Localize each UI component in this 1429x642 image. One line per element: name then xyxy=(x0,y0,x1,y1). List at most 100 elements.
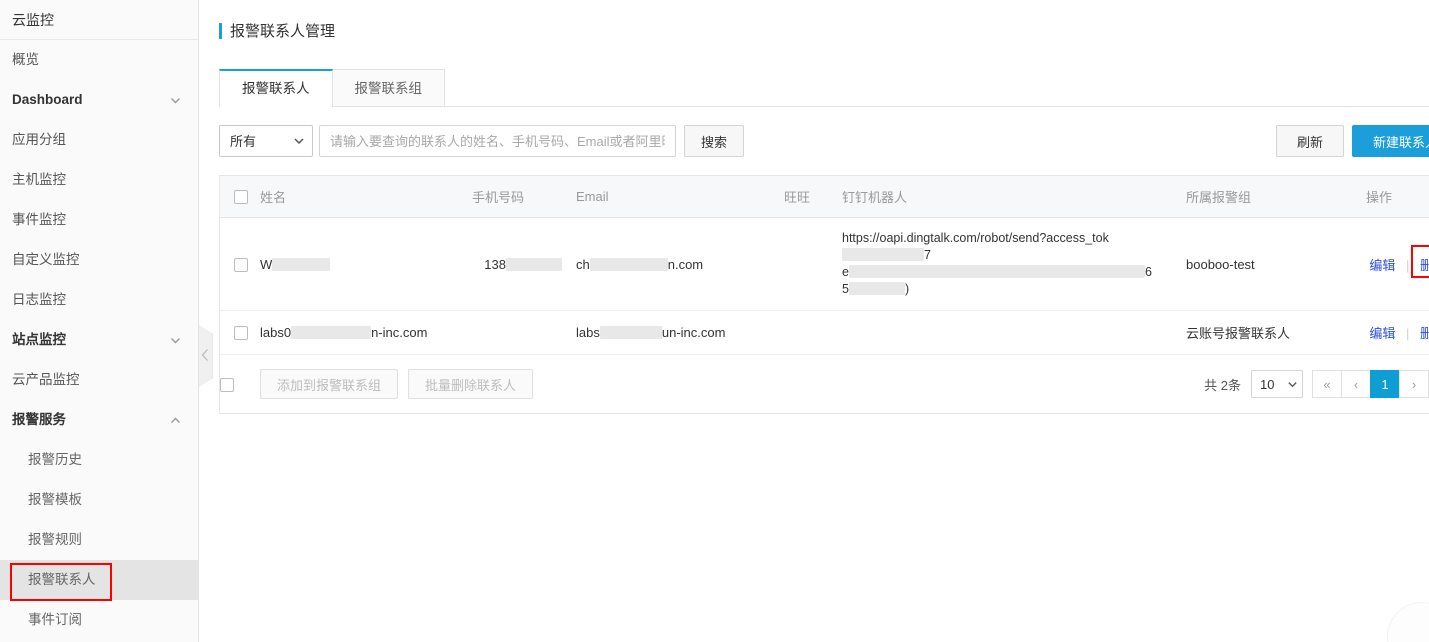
row-checkbox[interactable] xyxy=(234,258,248,272)
sidebar-item-custom-monitor[interactable]: 自定义监控 xyxy=(0,240,198,280)
sidebar-item-log-monitor[interactable]: 日志监控 xyxy=(0,280,198,320)
tab-label: 报警联系组 xyxy=(355,81,423,96)
redacted-block xyxy=(849,282,905,295)
add-to-group-label: 添加到报警联系组 xyxy=(277,375,381,394)
cell-alarm-group: booboo-test xyxy=(1186,218,1366,311)
sidebar-item-label: 自定义监控 xyxy=(12,252,80,267)
header-dingtalk-robot: 钉钉机器人 xyxy=(828,176,1186,218)
sidebar-item-label: 应用分组 xyxy=(12,132,66,147)
sidebar-item-dashboard[interactable]: Dashboard xyxy=(0,80,198,120)
tab-alarm-contacts[interactable]: 报警联系人 xyxy=(219,69,333,107)
cell-name: W xyxy=(260,218,472,311)
tab-alarm-contact-groups[interactable]: 报警联系组 xyxy=(332,69,446,106)
chevron-down-icon xyxy=(169,320,182,360)
name-suffix: n-inc.com xyxy=(371,325,427,340)
toolbar: 所有 搜索 刷新 新建联系人 xyxy=(219,125,1429,157)
sidebar-item-label: 事件监控 xyxy=(12,212,66,227)
footer-actions-cell: 添加到报警联系组 批量删除联系人 xyxy=(260,355,828,414)
robot-url-line-2: e6 xyxy=(842,264,1186,281)
page-buttons: « ‹ 1 › » xyxy=(1313,370,1429,398)
search-input[interactable] xyxy=(319,125,676,157)
sidebar: 云监控 概览 Dashboard 应用分组 主机监控 事件监控 自定义监控 日志… xyxy=(0,0,199,642)
sidebar-item-label: 报警规则 xyxy=(28,532,82,547)
cell-name: labs0 n-inc.com xyxy=(260,311,472,355)
create-contact-button[interactable]: 新建联系人 xyxy=(1352,125,1429,157)
cell-alarm-group: 云账号报警联系人 xyxy=(1186,311,1366,355)
cell-operation: 编辑 | 删除 xyxy=(1366,218,1429,311)
search-button-label: 搜索 xyxy=(701,132,727,151)
chevron-left-icon xyxy=(201,348,210,365)
header-name: 姓名 xyxy=(260,176,472,218)
header-email: Email xyxy=(576,176,784,218)
sidebar-item-event-monitor[interactable]: 事件监控 xyxy=(0,200,198,240)
refresh-button[interactable]: 刷新 xyxy=(1276,125,1344,157)
sidebar-item-label: 概览 xyxy=(12,52,39,67)
pagination: 共 2条 10 « xyxy=(828,370,1429,398)
cell-email: chn.com xyxy=(576,218,784,311)
filter-select-wrap: 所有 xyxy=(219,125,313,157)
robot-url-suffix: 6 xyxy=(1145,265,1152,279)
header-wangwang: 旺旺 xyxy=(784,176,828,218)
first-page-button[interactable]: « xyxy=(1312,370,1342,398)
redacted-block xyxy=(600,326,662,339)
header-select-all xyxy=(220,176,260,218)
cell-wangwang xyxy=(784,218,828,311)
name-prefix: W xyxy=(260,257,272,272)
filter-select[interactable]: 所有 xyxy=(219,125,313,157)
sidebar-item-cloud-product-monitor[interactable]: 云产品监控 xyxy=(0,360,198,400)
name-prefix: labs0 xyxy=(260,325,291,340)
prev-page-button[interactable]: ‹ xyxy=(1341,370,1371,398)
contacts-table: 姓名 手机号码 Email 旺旺 钉钉机器人 所属报警组 操作 xyxy=(219,175,1429,414)
page-size-wrap: 10 xyxy=(1251,370,1303,398)
row-checkbox[interactable] xyxy=(234,326,248,340)
tab-bar: 报警联系人 报警联系组 xyxy=(219,69,1429,107)
sidebar-item-event-subscription[interactable]: 事件订阅 xyxy=(0,600,198,640)
add-to-group-button[interactable]: 添加到报警联系组 xyxy=(260,369,398,399)
next-page-button[interactable]: › xyxy=(1399,370,1429,398)
operation-separator: | xyxy=(1406,258,1409,273)
edit-link[interactable]: 编辑 xyxy=(1369,326,1395,341)
page-title-wrap: 报警联系人管理 xyxy=(199,0,1429,41)
edit-link[interactable]: 编辑 xyxy=(1369,258,1395,273)
total-count-label: 共 2条 xyxy=(1204,375,1241,394)
sidebar-item-host-monitor[interactable]: 主机监控 xyxy=(0,160,198,200)
corner-widget[interactable] xyxy=(1387,602,1429,642)
sidebar-item-label: 日志监控 xyxy=(12,292,66,307)
sidebar-item-label: 事件订阅 xyxy=(28,612,82,627)
sidebar-item-alarm-history[interactable]: 报警历史 xyxy=(0,440,198,480)
sidebar-item-alarm-service[interactable]: 报警服务 xyxy=(0,400,198,440)
sidebar-item-label: 云产品监控 xyxy=(12,372,80,387)
sidebar-item-alarm-contacts[interactable]: 报警联系人 xyxy=(0,560,198,600)
sidebar-collapse-handle[interactable] xyxy=(199,325,213,387)
row-select-cell xyxy=(220,311,260,355)
search-button[interactable]: 搜索 xyxy=(684,125,744,157)
header-alarm-group: 所属报警组 xyxy=(1186,176,1366,218)
sidebar-item-label: 报警服务 xyxy=(12,412,66,427)
page-size-select[interactable]: 10 xyxy=(1251,370,1303,398)
sidebar-item-alarm-template[interactable]: 报警模板 xyxy=(0,480,198,520)
sidebar-item-label: 站点监控 xyxy=(12,332,66,347)
chevron-up-icon xyxy=(169,400,182,440)
cell-dingtalk-robot xyxy=(828,311,1186,355)
cell-phone: 138 xyxy=(472,218,576,311)
table-row: labs0n-inc.com labsun-inc.com 云账号报警联系人 编… xyxy=(220,311,1429,355)
table-header-row: 姓名 手机号码 Email 旺旺 钉钉机器人 所属报警组 操作 xyxy=(220,176,1429,218)
table-footer-row: 添加到报警联系组 批量删除联系人 共 2条 xyxy=(220,355,1429,414)
robot-url-suffix: ) xyxy=(905,282,909,296)
tab-label: 报警联系人 xyxy=(242,81,310,96)
create-contact-button-label: 新建联系人 xyxy=(1373,132,1429,151)
sidebar-item-app-group[interactable]: 应用分组 xyxy=(0,120,198,160)
cell-dingtalk-robot: https://oapi.dingtalk.com/robot/send?acc… xyxy=(828,218,1186,311)
batch-delete-button[interactable]: 批量删除联系人 xyxy=(408,369,533,399)
table-row: W 138 chn.com https://oapi.dingtalk.com/… xyxy=(220,218,1429,311)
delete-link[interactable]: 删除 xyxy=(1420,258,1429,273)
select-all-checkbox[interactable] xyxy=(234,190,248,204)
sidebar-item-overview[interactable]: 概览 xyxy=(0,40,198,80)
footer-select-all-checkbox[interactable] xyxy=(220,378,234,392)
sidebar-item-alarm-rule[interactable]: 报警规则 xyxy=(0,520,198,560)
delete-link[interactable]: 删除 xyxy=(1420,326,1429,341)
chevron-down-icon xyxy=(169,80,182,120)
sidebar-item-site-monitor[interactable]: 站点监控 xyxy=(0,320,198,360)
title-accent-bar xyxy=(219,23,222,39)
page-button-1[interactable]: 1 xyxy=(1370,370,1400,398)
